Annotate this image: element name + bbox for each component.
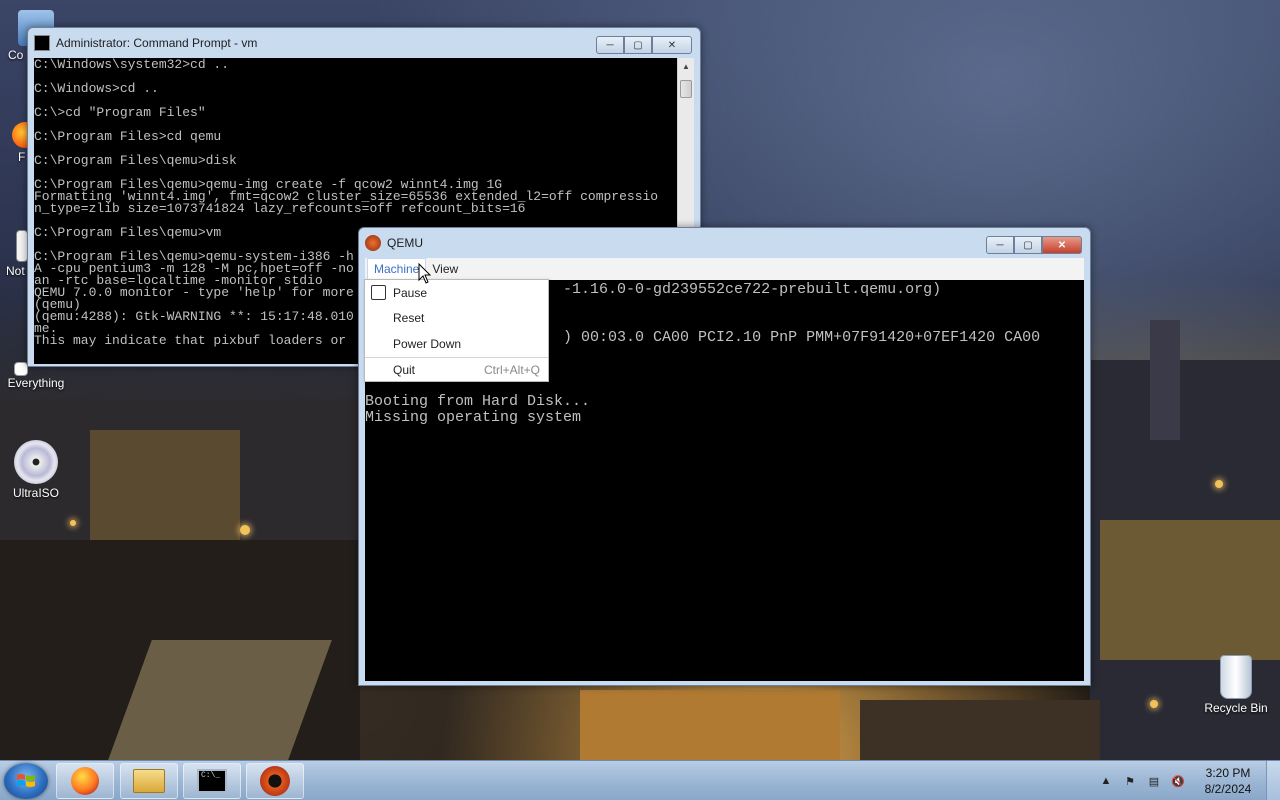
window-controls: ─ ▢ ✕ — [986, 236, 1082, 254]
file-explorer-icon — [133, 769, 165, 793]
minimize-icon: ─ — [606, 39, 614, 51]
show-desktop-button[interactable] — [1266, 761, 1280, 800]
recycle-bin-icon — [1220, 655, 1252, 699]
menu-item-pause[interactable]: Pause — [365, 280, 548, 306]
close-button[interactable]: ✕ — [652, 36, 692, 54]
mouse-cursor-icon — [418, 263, 432, 284]
desktop-icon-recycle-bin[interactable]: Recycle Bin — [1200, 655, 1272, 715]
qemu-screen-line: Booting from Hard Disk... — [365, 393, 591, 410]
menu-item-shortcut: Ctrl+Alt+Q — [483, 363, 540, 378]
volume-muted-icon[interactable]: 🔇 — [1170, 773, 1186, 789]
desktop-icon-label: Recycle Bin — [1204, 701, 1268, 715]
taskbar-cmd-button[interactable]: C:\_ — [183, 763, 241, 799]
command-prompt-icon — [34, 35, 50, 51]
menu-item-label: Quit — [393, 363, 416, 378]
window-controls: ─ ▢ ✕ — [596, 36, 692, 54]
start-button[interactable] — [4, 763, 48, 799]
minimize-icon: ─ — [996, 239, 1004, 251]
system-tray: ▲ ⚑ ▤ 🔇 3:20 PM 8/2/2024 — [1094, 761, 1280, 800]
cmd-console-line: C:\Windows\system32>cd .. — [34, 58, 230, 72]
menu-view[interactable]: View — [426, 259, 464, 279]
menu-item-label: Pause — [393, 285, 428, 300]
menu-item-quit[interactable]: Quit Ctrl+Alt+Q — [365, 358, 548, 384]
firefox-icon — [71, 767, 99, 795]
show-hidden-icons-chevron-icon[interactable]: ▲ — [1098, 773, 1114, 789]
scroll-up-icon[interactable]: ▲ — [678, 58, 694, 75]
window-title: QEMU — [387, 236, 423, 250]
qemu-icon — [365, 235, 381, 251]
clock-date: 8/2/2024 — [1204, 782, 1252, 796]
maximize-icon: ▢ — [1023, 239, 1033, 251]
desktop-icon-label: UltraISO — [12, 486, 59, 500]
taskbar-qemu-button[interactable] — [246, 763, 304, 799]
cmd-console-line: C:\Windows>cd .. — [34, 81, 159, 96]
minimize-button[interactable]: ─ — [986, 236, 1014, 254]
close-icon: ✕ — [667, 39, 677, 51]
qemu-icon — [260, 766, 290, 796]
taskbar-firefox-button[interactable] — [56, 763, 114, 799]
pause-checkbox-icon[interactable] — [371, 285, 386, 300]
shortcut-arrow-icon — [14, 362, 28, 376]
qemu-screen-line: Missing operating system — [365, 409, 582, 426]
clock-time: 3:20 PM — [1205, 766, 1251, 780]
disc-icon — [14, 440, 58, 484]
scroll-thumb[interactable] — [680, 80, 692, 98]
qemu-menubar: Machine View — [365, 258, 1084, 280]
desktop-icon-label: Everything — [7, 376, 65, 390]
close-icon: ✕ — [1057, 239, 1067, 251]
network-icon[interactable]: ▤ — [1146, 773, 1162, 789]
minimize-button[interactable]: ─ — [596, 36, 624, 54]
maximize-icon: ▢ — [633, 39, 643, 51]
cmd-console-line: C:\Program Files\qemu>disk — [34, 153, 237, 168]
menu-item-label: Reset — [393, 311, 425, 326]
menu-item-label: Power Down — [393, 336, 462, 351]
close-button[interactable]: ✕ — [1042, 236, 1082, 254]
maximize-button[interactable]: ▢ — [1014, 236, 1042, 254]
cmd-console-line: n_type=zlib size=1073741824 lazy_refcoun… — [34, 201, 526, 216]
taskbar: C:\_ ▲ ⚑ ▤ 🔇 3:20 PM 8/2/2024 — [0, 760, 1280, 800]
taskbar-explorer-button[interactable] — [120, 763, 178, 799]
command-prompt-icon: C:\_ — [197, 769, 227, 793]
action-center-flag-icon[interactable]: ⚑ — [1122, 773, 1138, 789]
menu-item-power-down[interactable]: Power Down — [365, 331, 548, 357]
menu-item-reset[interactable]: Reset — [365, 306, 548, 332]
desktop-icon-ultraiso[interactable]: UltraISO — [0, 440, 72, 500]
cmd-console-line: C:\>cd "Program Files" — [34, 105, 206, 120]
machine-dropdown-menu: Pause Reset Power Down Quit Ctrl+Alt+Q — [364, 279, 549, 382]
qemu-titlebar[interactable]: QEMU — [359, 228, 1090, 258]
cmd-console-line: C:\Program Files>cd qemu — [34, 129, 222, 144]
windows-logo-icon — [17, 774, 35, 787]
maximize-button[interactable]: ▢ — [624, 36, 652, 54]
clock[interactable]: 3:20 PM 8/2/2024 — [1190, 765, 1266, 797]
